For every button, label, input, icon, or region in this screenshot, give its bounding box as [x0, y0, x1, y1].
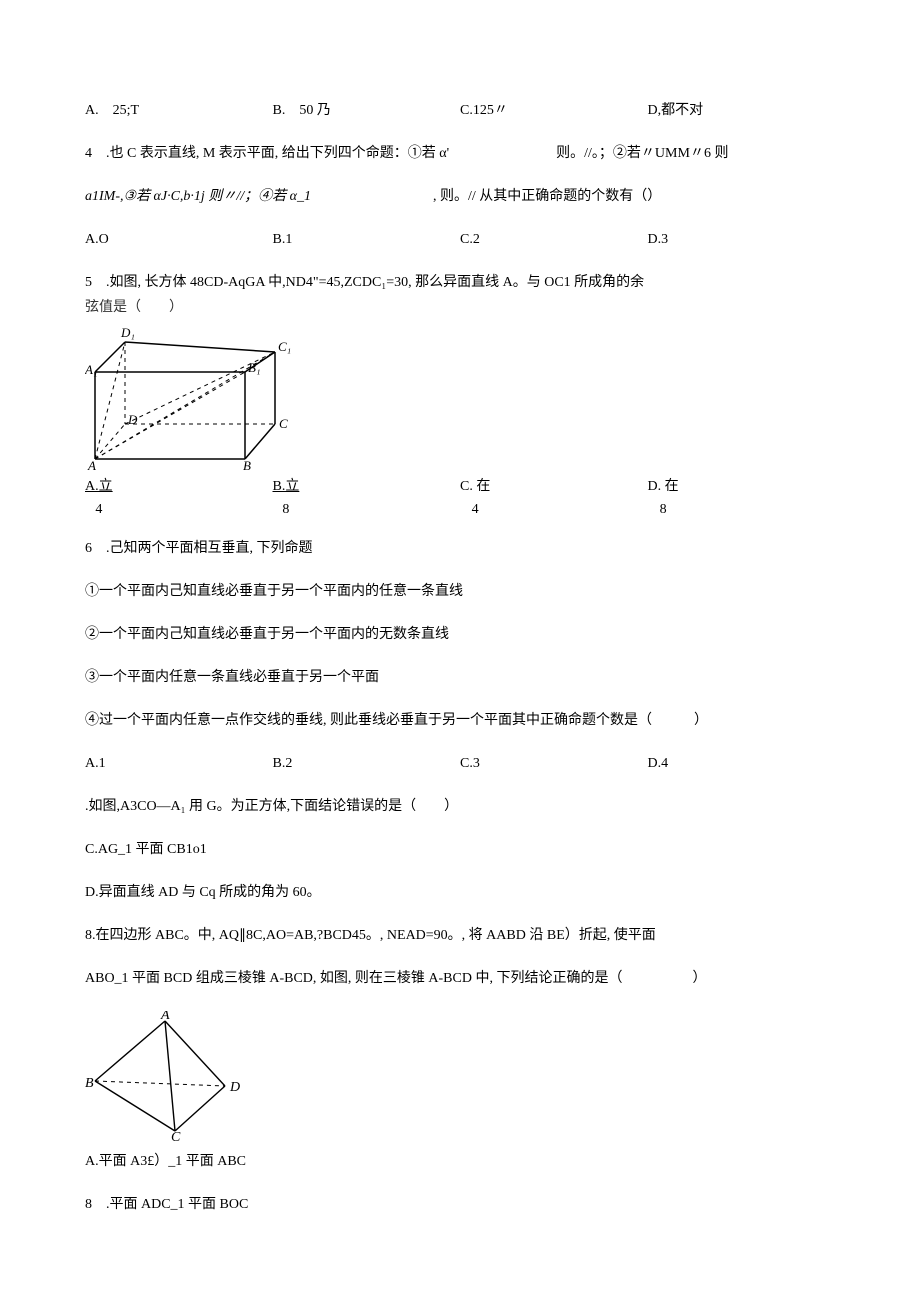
q5-option-a: A.立 4	[85, 476, 273, 520]
q5-opt-d-top: D. 在	[648, 479, 679, 494]
q6-line1: 6 .己知两个平面相互垂直, 下列命题	[85, 538, 835, 559]
q3-option-d: D,都不对	[648, 100, 836, 121]
q5-opt-d-bot: 8	[648, 497, 679, 520]
q5-option-c: C. 在 4	[460, 476, 648, 520]
svg-text:B₁: B₁	[248, 360, 260, 375]
q4-line2b: , 则。// 从其中正确命题的个数有（）	[433, 189, 661, 204]
q6-p4: ④过一个平面内任意一点作交线的垂线, 则此垂线必垂直于另一个平面其中正确命题个数…	[85, 710, 835, 731]
q6-option-b: B.2	[273, 753, 461, 774]
q4-option-b: B.1	[273, 229, 461, 250]
q5-line2: 弦值是（ ）	[85, 297, 835, 318]
q6-option-d: D.4	[648, 753, 836, 774]
q5-opt-c-bot: 4	[460, 497, 490, 520]
q6-p3: ③一个平面内任意一条直线必垂直于另一个平面	[85, 667, 835, 688]
q4-option-c: C.2	[460, 229, 648, 250]
svg-text:C: C	[279, 416, 288, 431]
q4-line1: 4 .也 C 表示直线, M 表示平面, 给出下列四个命题：①若 α' 则。//…	[85, 143, 835, 164]
q4-line1b: 则。//。；②若〃UMM〃6 则	[556, 146, 728, 161]
q5-line1: 5 .如图, 长方体 48CD-AqGA 中,ND4"=45,ZCDC₁=30,…	[85, 272, 835, 293]
svg-text:D₁: D₁	[120, 325, 135, 340]
q4-line2a: a1IM-,③若 αJ·C,b·1j 则〃//；④若 α_1	[85, 189, 311, 204]
q5-option-b: B.立 8	[273, 476, 461, 520]
svg-text:D: D	[229, 1080, 240, 1095]
svg-text:A: A	[160, 1011, 170, 1023]
q4-option-a: A.O	[85, 229, 273, 250]
svg-text:A: A	[87, 458, 96, 473]
q7-line1: .如图,A3CO—A₁ 用 G。为正方体,下面结论错误的是（ ）	[85, 796, 835, 817]
q3-option-a: A. 25;T	[85, 100, 273, 121]
svg-text:C: C	[171, 1130, 181, 1141]
q7-option-d: D.异面直线 AD 与 Cq 所成的角为 60。	[85, 882, 835, 903]
q5-figure-cuboid: D₁ C₁ A₁ B₁ D C A B	[85, 324, 835, 474]
q5-opt-a-top: A.立	[85, 479, 113, 494]
q8-figure-tetrahedron: A B D C	[85, 1011, 835, 1141]
q4-line1a: 4 .也 C 表示直线, M 表示平面, 给出下列四个命题：①若 α'	[85, 146, 449, 161]
q6-p1: ①一个平面内己知直线必垂直于另一个平面内的任意一条直线	[85, 581, 835, 602]
q7-option-c: C.AG_1 平面 CB1o1	[85, 839, 835, 860]
q5-opt-b-top: B.立	[273, 479, 300, 494]
q5-opt-b-bot: 8	[273, 497, 300, 520]
svg-text:C₁: C₁	[278, 339, 291, 354]
svg-text:D: D	[127, 412, 138, 427]
svg-text:B: B	[243, 458, 251, 473]
q4-option-d: D.3	[648, 229, 836, 250]
q4-line2: a1IM-,③若 αJ·C,b·1j 则〃//；④若 α_1 , 则。// 从其…	[85, 186, 835, 207]
q8-option-b: 8 .平面 ADC_1 平面 BOC	[85, 1194, 835, 1215]
q6-option-a: A.1	[85, 753, 273, 774]
svg-text:B: B	[85, 1076, 94, 1091]
q3-option-b: B. 50 乃	[273, 100, 461, 121]
q8-option-a: A.平面 A3£）_1 平面 ABC	[85, 1151, 835, 1172]
q5-options: A.立 4 B.立 8 C. 在 4 D. 在 8	[85, 476, 835, 520]
q5-option-d: D. 在 8	[648, 476, 836, 520]
q8-line2: ABO_1 平面 BCD 组成三棱锥 A-BCD, 如图, 则在三棱锥 A-BC…	[85, 968, 835, 989]
q3-options: A. 25;T B. 50 乃 C.125〃 D,都不对	[85, 100, 835, 121]
q5-opt-a-bot: 4	[85, 497, 113, 520]
svg-text:A₁: A₁	[85, 362, 97, 377]
q3-option-c: C.125〃	[460, 100, 648, 121]
q6-p2: ②一个平面内己知直线必垂直于另一个平面内的无数条直线	[85, 624, 835, 645]
q5-opt-c-top: C. 在	[460, 479, 490, 494]
q6-option-c: C.3	[460, 753, 648, 774]
q8-line1: 8.在四边形 ABC。中, AQ∥8C,AO=AB,?BCD45。, NEAD=…	[85, 925, 835, 946]
q6-options: A.1 B.2 C.3 D.4	[85, 753, 835, 774]
q4-options: A.O B.1 C.2 D.3	[85, 229, 835, 250]
